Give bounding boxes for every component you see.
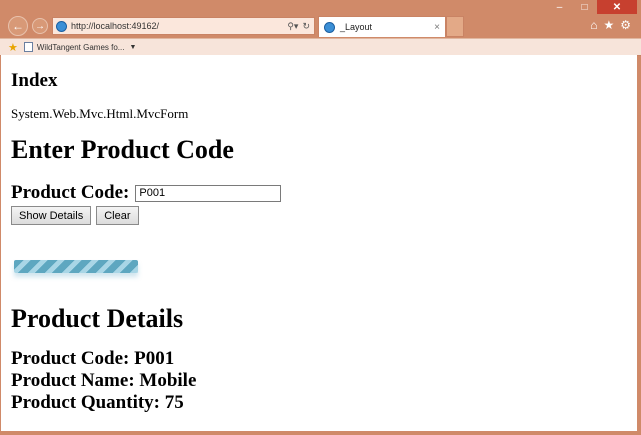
back-arrow-icon: ← — [12, 19, 24, 33]
search-icon[interactable]: ⚲▾ — [287, 21, 298, 32]
address-bar[interactable]: http://localhost:49162/ ⚲▾ ↻ — [52, 17, 315, 35]
star-icon[interactable]: ★ — [603, 18, 614, 32]
detail-product-name: Product Name: Mobile — [11, 370, 197, 391]
button-row: Show Details Clear — [11, 206, 139, 225]
loading-bar — [14, 260, 138, 273]
minimize-button[interactable]: – — [547, 0, 572, 14]
close-tab-icon[interactable]: × — [434, 22, 440, 33]
tab-title: _Layout — [340, 22, 373, 32]
form-text: System.Web.Mvc.Html.MvcForm — [11, 106, 189, 121]
new-tab-button[interactable] — [446, 16, 464, 37]
chevron-down-icon[interactable]: ▼ — [129, 44, 136, 51]
favorite-item[interactable]: WildTangent Games fo... ▼ — [23, 42, 136, 52]
detail-product-quantity: Product Quantity: 75 — [11, 392, 184, 413]
product-code-row: Product Code: — [11, 182, 282, 204]
ie-page-icon — [324, 21, 335, 33]
navigation-bar: ← → http://localhost:49162/ ⚲▾ ↻ _Layout… — [0, 14, 641, 38]
product-details-heading: Product Details — [11, 304, 184, 333]
product-code-label: Product Code: — [11, 182, 130, 203]
toolbar-icons: ⌂ ★ ⚙ — [590, 18, 631, 32]
gear-icon[interactable]: ⚙ — [620, 18, 631, 32]
enter-product-code-heading: Enter Product Code — [11, 135, 234, 164]
refresh-icon[interactable]: ↻ — [302, 21, 310, 32]
back-button[interactable]: ← — [8, 16, 28, 36]
home-icon[interactable]: ⌂ — [590, 18, 597, 32]
maximize-button[interactable]: □ — [572, 0, 597, 14]
product-code-input[interactable] — [135, 184, 282, 202]
close-window-button[interactable]: ✕ — [597, 0, 637, 14]
browser-window: – □ ✕ ← → http://localhost:49162/ ⚲▾ ↻ _… — [0, 0, 641, 435]
favorites-bar: ★ WildTangent Games fo... ▼ — [0, 38, 641, 56]
clear-button[interactable]: Clear — [96, 206, 139, 225]
forward-arrow-icon: → — [35, 20, 45, 32]
tab-layout[interactable]: _Layout × — [318, 16, 446, 37]
detail-product-code: Product Code: P001 — [11, 348, 175, 369]
favorite-label: WildTangent Games fo... — [36, 42, 125, 52]
page-content: Index System.Web.Mvc.Html.MvcForm Enter … — [1, 55, 637, 431]
favorites-star-icon[interactable]: ★ — [8, 41, 18, 54]
ie-page-icon — [56, 20, 67, 32]
forward-button[interactable]: → — [32, 18, 48, 34]
show-details-button[interactable]: Show Details — [11, 206, 92, 225]
index-heading: Index — [11, 70, 58, 91]
page-icon — [23, 42, 33, 52]
window-controls: – □ ✕ — [547, 0, 637, 14]
address-url[interactable]: http://localhost:49162/ — [71, 21, 287, 31]
